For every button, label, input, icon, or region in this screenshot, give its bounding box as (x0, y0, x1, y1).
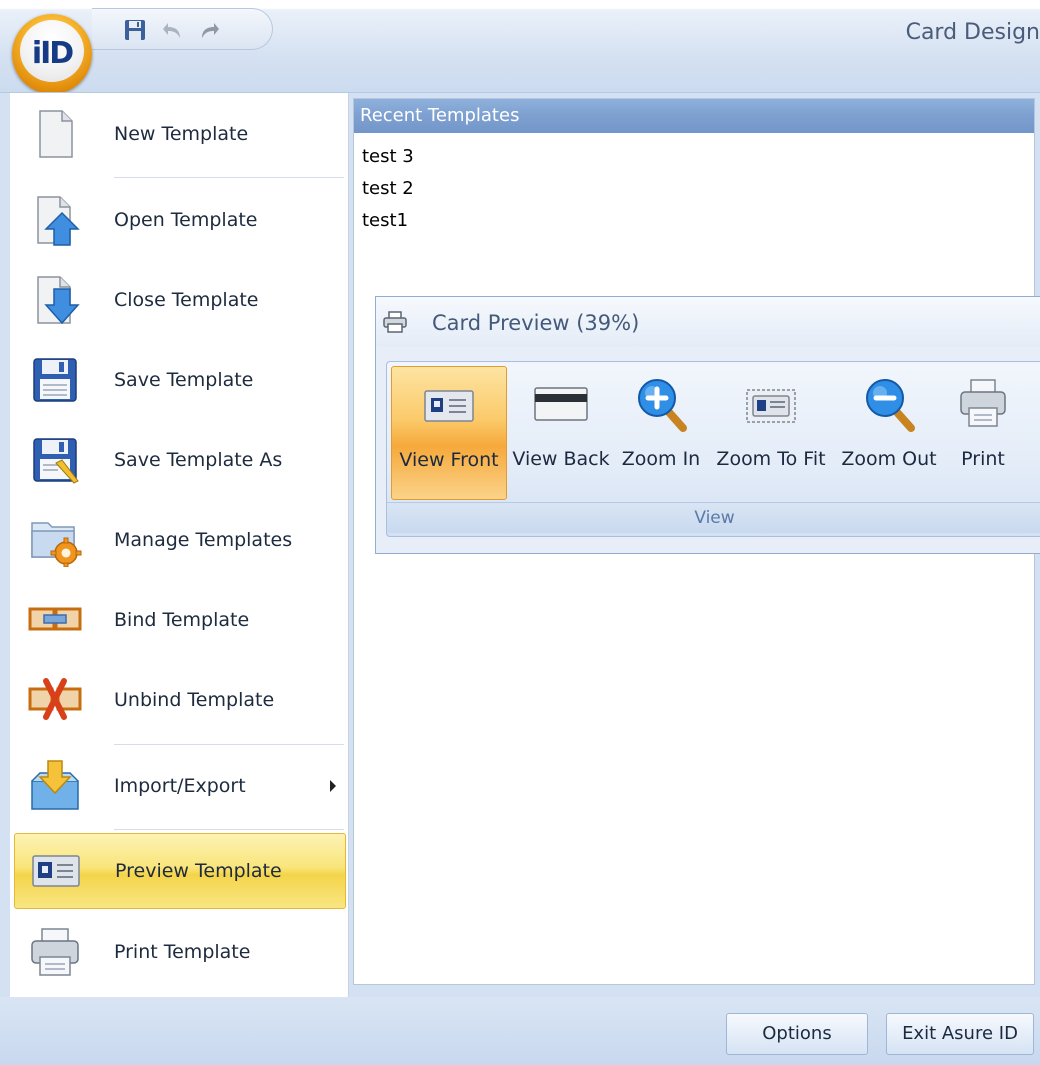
view-back-label: View Back (512, 448, 610, 470)
menu-item-print-template[interactable]: Print Template (14, 913, 344, 991)
menu-item-label: Open Template (114, 209, 258, 231)
zoom-to-fit-button[interactable]: Zoom To Fit (709, 366, 833, 498)
application-menu-commands: New Template Open Template Close Templat… (10, 93, 349, 998)
recent-template-item[interactable]: test1 (362, 205, 1026, 237)
floppy-disk-icon (28, 353, 82, 407)
title-bar: Card Design (0, 0, 1040, 96)
floppy-disk-pencil-icon (28, 433, 82, 487)
card-preview-title: Card Preview (39%) (432, 311, 640, 335)
menu-item-label: Unbind Template (114, 689, 275, 711)
zoom-in-button[interactable]: Zoom In (617, 366, 705, 498)
print-label: Print (961, 448, 1005, 470)
zoom-out-button[interactable]: Zoom Out (837, 366, 941, 498)
view-ribbon-group: View Front View Back Zoom In Zoom To Fit… (386, 361, 1040, 537)
printer-icon (953, 376, 1013, 432)
menu-item-label: Save Template (114, 369, 254, 391)
menu-separator (114, 829, 344, 830)
window-title: Card Design (905, 20, 1040, 45)
redo-icon[interactable] (198, 19, 220, 41)
card-front-icon (419, 377, 479, 433)
close-document-icon (28, 273, 82, 327)
save-icon[interactable] (124, 19, 146, 41)
menu-separator (114, 177, 344, 178)
view-front-label: View Front (399, 449, 499, 471)
menu-item-new-template[interactable]: New Template (14, 95, 344, 173)
exit-button[interactable]: Exit Asure ID (886, 1013, 1034, 1055)
view-back-button[interactable]: View Back (509, 366, 613, 498)
menu-item-close-template[interactable]: Close Template (14, 261, 344, 339)
bind-link-icon (28, 593, 82, 647)
app-logo-text: iID (31, 36, 74, 71)
recent-template-item[interactable]: test 2 (362, 173, 1026, 205)
menu-item-label: Preview Template (115, 860, 282, 882)
zoom-out-label: Zoom Out (841, 448, 937, 470)
recent-templates-header: Recent Templates (354, 99, 1034, 133)
zoom-to-fit-icon (741, 376, 801, 432)
options-button[interactable]: Options (726, 1013, 868, 1055)
id-card-icon (29, 844, 83, 898)
menu-item-label: Import/Export (114, 775, 246, 797)
printer-icon (382, 311, 408, 333)
menu-item-save-template[interactable]: Save Template (14, 341, 344, 419)
recent-template-item[interactable]: test 3 (362, 141, 1026, 173)
new-document-icon (28, 107, 82, 161)
application-button[interactable]: iID (12, 14, 92, 94)
card-back-icon (531, 376, 591, 432)
recent-templates-list: test 3 test 2 test1 (354, 133, 1034, 237)
menu-item-label: New Template (114, 123, 249, 145)
quick-access-toolbar (92, 8, 273, 50)
menu-separator (114, 744, 344, 745)
menu-item-label: Save Template As (114, 449, 283, 471)
card-preview-window: Card Preview (39%) View Front View Back … (375, 296, 1040, 554)
card-preview-title-bar: Card Preview (39%) (376, 297, 1040, 347)
submenu-arrow-icon (330, 780, 336, 792)
zoom-in-label: Zoom In (621, 448, 701, 470)
menu-item-label: Close Template (114, 289, 259, 311)
printer-icon (28, 925, 82, 979)
menu-item-import-export[interactable]: Import/Export (14, 747, 344, 825)
menu-footer: Options Exit Asure ID (0, 997, 1040, 1065)
zoom-out-icon (859, 376, 919, 432)
open-document-icon (28, 193, 82, 247)
undo-icon[interactable] (162, 19, 184, 41)
view-front-button[interactable]: View Front (391, 366, 507, 500)
menu-item-unbind-template[interactable]: Unbind Template (14, 661, 344, 739)
folder-gear-icon (28, 513, 82, 568)
zoom-in-icon (631, 376, 691, 432)
menu-item-bind-template[interactable]: Bind Template (14, 581, 344, 659)
zoom-to-fit-label: Zoom To Fit (716, 448, 826, 470)
unbind-link-icon (28, 673, 82, 727)
menu-item-manage-templates[interactable]: Manage Templates (14, 501, 344, 579)
print-button[interactable]: Print (947, 366, 1019, 498)
menu-item-preview-template[interactable]: Preview Template (14, 833, 346, 909)
menu-item-label: Bind Template (114, 609, 250, 631)
ribbon-group-label: View (387, 502, 1040, 533)
menu-item-label: Manage Templates (114, 529, 293, 551)
menu-item-save-template-as[interactable]: Save Template As (14, 421, 344, 499)
menu-item-open-template[interactable]: Open Template (14, 181, 344, 259)
menu-item-label: Print Template (114, 941, 251, 963)
import-export-icon (28, 759, 82, 813)
